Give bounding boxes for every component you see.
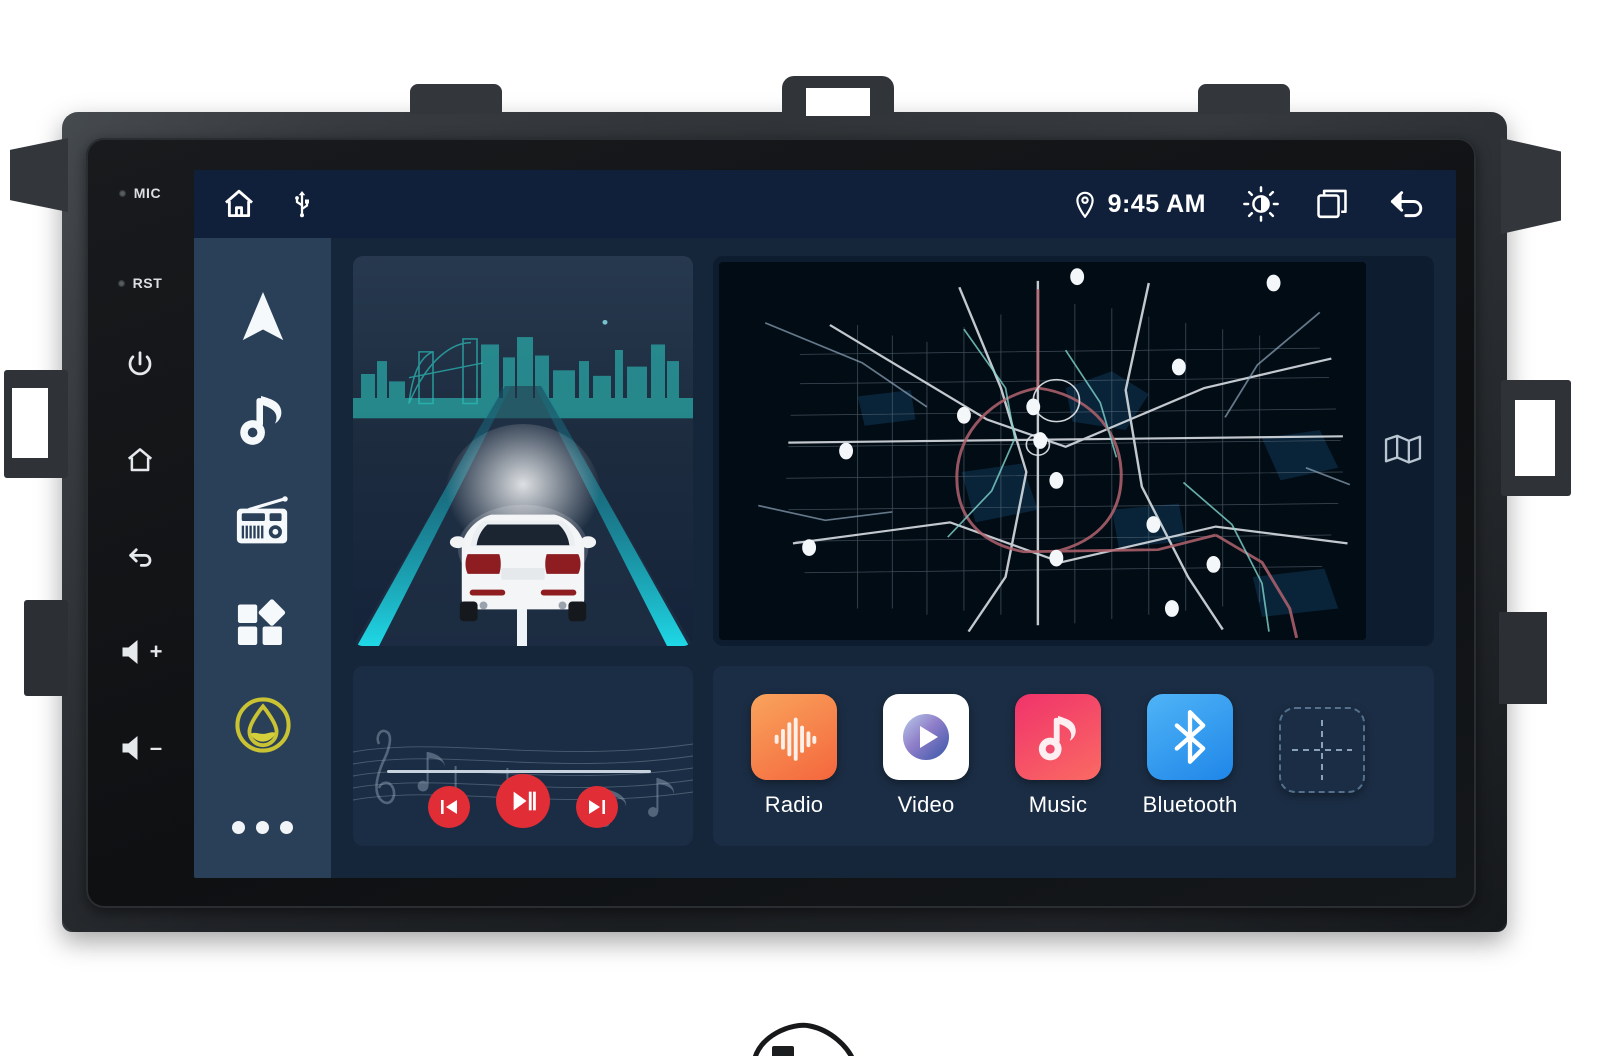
map-canvas[interactable] — [719, 262, 1366, 640]
minus-sign: – — [149, 735, 163, 760]
back-hard-button[interactable] — [86, 508, 194, 604]
home-outline-icon — [127, 448, 153, 472]
mount-clip-right-bottom — [1499, 612, 1547, 704]
dash-mounting-frame: MIC RST + – 9:45 AM Radio Video Music Bl… — [4, 76, 1571, 932]
home-hard-button[interactable] — [86, 412, 194, 508]
speaker-glyph — [122, 640, 138, 664]
more-dots-icon — [232, 820, 293, 834]
screen-bezel: MIC RST + – 9:45 AM Radio Video Music Bl… — [86, 138, 1476, 908]
app-shortcut-music[interactable]: Music — [1011, 694, 1105, 818]
app-shortcut-video[interactable]: Video — [879, 694, 973, 818]
skip-previous-icon — [441, 800, 457, 814]
mic-label: MIC — [133, 185, 162, 201]
mic-indicator: MIC — [118, 170, 162, 216]
rail-item-music[interactable] — [194, 368, 331, 470]
power-button[interactable] — [86, 316, 194, 412]
app-shortcut-bluetooth[interactable]: Bluetooth — [1143, 694, 1237, 818]
mount-clip-left-bottom — [24, 600, 68, 696]
bluetooth-tile[interactable] — [1147, 694, 1233, 780]
apps-grid-icon — [237, 599, 285, 645]
map-side-strip — [1372, 256, 1434, 646]
status-bar-left — [222, 187, 314, 221]
mic-led — [118, 189, 126, 197]
media-player-widget[interactable] — [353, 666, 693, 846]
mount-tab-left — [410, 84, 502, 114]
mount-clip-left-mid — [4, 370, 68, 478]
app-rail — [194, 238, 331, 878]
clock-label: 9:45 AM — [1107, 189, 1206, 218]
power-icon — [128, 351, 152, 376]
radio-tile[interactable] — [751, 694, 837, 780]
usb-icon[interactable] — [290, 189, 314, 219]
play-pause-icon — [513, 791, 536, 811]
folded-map-icon[interactable] — [1384, 432, 1422, 471]
rail-item-apps[interactable] — [194, 572, 331, 674]
app-shortcut-radio[interactable]: Radio — [747, 694, 841, 818]
mount-clip-left-top — [10, 138, 68, 212]
back-icon[interactable] — [1388, 187, 1428, 221]
car-graphic — [449, 504, 597, 622]
screenshot-stage: MIC RST + – 9:45 AM Radio Video Music Bl… — [0, 0, 1600, 1056]
cable-connector — [753, 1022, 854, 1056]
app-label-music: Music — [1028, 792, 1088, 817]
app-label-radio: Radio — [764, 792, 824, 817]
rail-item-navigation[interactable] — [194, 266, 331, 368]
top-widget-row — [353, 256, 1434, 646]
app-shortcut-panel: Radio Video Music Bluetooth — [713, 666, 1434, 846]
skip-next-icon — [589, 800, 605, 814]
rail-item-more[interactable] — [194, 776, 331, 878]
recent-apps-icon[interactable] — [1316, 188, 1352, 220]
media-progress-bar[interactable] — [387, 770, 651, 773]
mount-tab-center — [782, 76, 894, 116]
volume-up-icon: + — [118, 637, 163, 667]
mount-clip-right-mid — [1501, 380, 1571, 496]
reset-label: RST — [132, 275, 163, 291]
location-pin-icon — [1074, 190, 1096, 218]
radio-waveform-icon — [774, 717, 817, 761]
add-shortcut-icon[interactable] — [1279, 707, 1365, 793]
speaker-glyph — [122, 736, 138, 760]
navigation-map-widget[interactable] — [713, 256, 1434, 646]
map-poi-pins — [802, 268, 1281, 617]
play-circle-icon — [903, 714, 949, 760]
mount-tab-right — [1198, 84, 1290, 114]
skip-previous-button[interactable] — [428, 786, 470, 828]
plus-sign: + — [149, 639, 163, 664]
play-pause-button[interactable] — [496, 774, 550, 828]
rail-item-oil[interactable] — [194, 674, 331, 776]
brightness-icon[interactable] — [1242, 185, 1280, 223]
volume-down-icon: – — [118, 733, 162, 763]
radio-icon — [236, 496, 288, 544]
lcd-screen: 9:45 AM Radio Video Music Bluetooth — [194, 170, 1456, 878]
volume-down-button[interactable]: – — [86, 700, 194, 796]
volume-up-button[interactable]: + — [86, 604, 194, 700]
home-icon[interactable] — [222, 187, 256, 221]
app-label-bluetooth: Bluetooth — [1142, 792, 1238, 817]
music-note-icon — [1038, 715, 1076, 761]
lane-assist-widget[interactable] — [353, 256, 693, 646]
navigation-arrow-icon — [242, 292, 283, 341]
music-note-icon — [239, 395, 281, 445]
reset-led — [117, 279, 125, 287]
status-bar-right: 9:45 AM — [1074, 185, 1428, 223]
music-tile[interactable] — [1015, 694, 1101, 780]
status-bar: 9:45 AM — [194, 170, 1456, 238]
back-arrow-icon — [129, 548, 152, 567]
mount-clip-right-top — [1501, 138, 1561, 234]
location-and-clock: 9:45 AM — [1074, 190, 1206, 219]
hardware-key-column: MIC RST + – — [86, 138, 194, 908]
rail-item-radio[interactable] — [194, 470, 331, 572]
app-label-video: Video — [897, 792, 955, 817]
reset-button[interactable]: RST — [117, 260, 163, 306]
video-tile[interactable] — [883, 694, 969, 780]
bottom-widget-row: Radio Video Music Bluetooth — [353, 666, 1434, 846]
bluetooth-icon — [1174, 710, 1206, 764]
home-content: Radio Video Music Bluetooth — [331, 238, 1456, 878]
oil-drop-icon — [234, 697, 291, 753]
app-shortcut-add[interactable] — [1275, 707, 1369, 805]
skip-next-button[interactable] — [576, 786, 618, 828]
transport-controls — [428, 774, 618, 846]
